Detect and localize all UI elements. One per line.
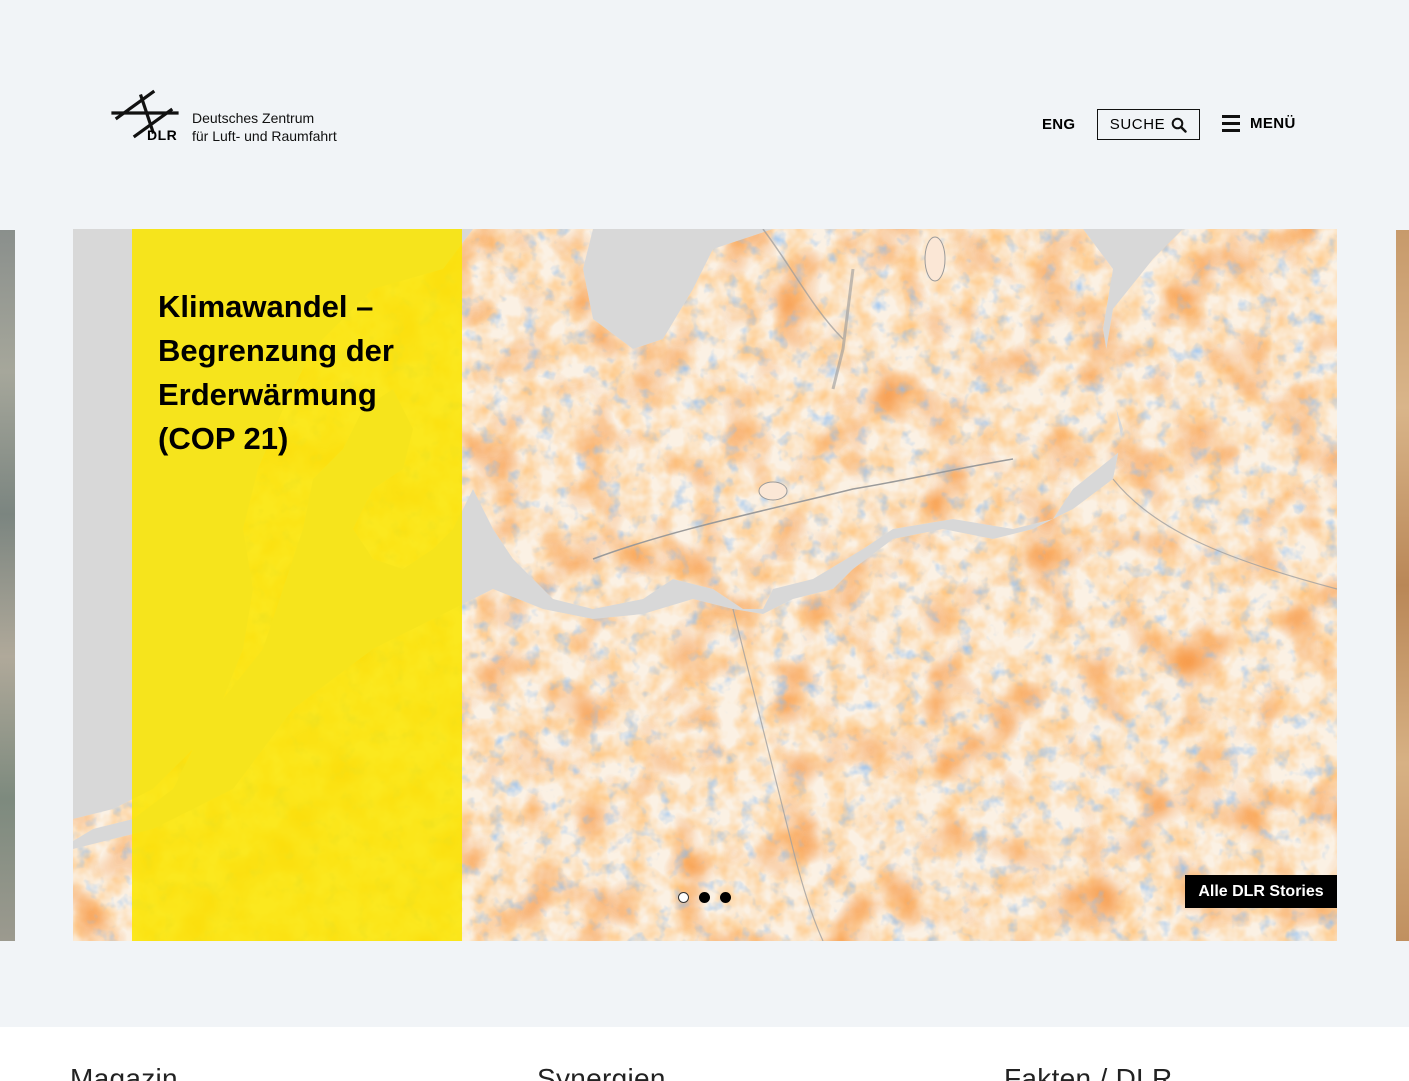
carousel-pagination [678,892,731,903]
bottom-nav-magazin[interactable]: Magazin [70,1063,178,1081]
hamburger-icon [1222,115,1240,132]
language-switch-link[interactable]: ENG [1042,116,1075,133]
bottom-nav-fakten[interactable]: Fakten / DLR [1004,1063,1173,1081]
slide-caption-panel: Klimawandel – Begrenzung der Erderwärmun… [132,229,462,941]
logo-wordmark: Deutsches Zentrum für Luft- und Raumfahr… [192,109,337,145]
next-slide-peek[interactable] [1396,230,1409,941]
carousel-dot-3[interactable] [720,892,731,903]
logo-line-1: Deutsches Zentrum [192,110,315,126]
logo-line-2: für Luft- und Raumfahrt [192,128,337,144]
hero-slide[interactable]: Klimawandel – Begrenzung der Erderwärmun… [73,229,1337,941]
menu-button[interactable]: MENÜ [1222,113,1296,133]
bottom-section: Magazin Synergien Fakten / DLR [0,1027,1409,1081]
menu-button-label: MENÜ [1250,114,1296,132]
previous-slide-peek[interactable] [0,230,15,941]
bottom-nav-synergien[interactable]: Synergien [537,1063,666,1081]
dlr-logo[interactable]: DLR Deutsches Zentrum für Luft- und Raum… [111,88,371,148]
search-button[interactable]: SUCHE [1097,109,1200,140]
carousel-dot-1[interactable] [678,892,689,903]
slide-title[interactable]: Klimawandel – Begrenzung der Erderwärmun… [158,285,448,461]
logo-abbreviation: DLR [147,127,178,143]
search-button-label: SUCHE [1109,116,1166,133]
all-stories-button[interactable]: Alle DLR Stories [1185,875,1337,908]
search-icon [1171,117,1187,133]
carousel-dot-2[interactable] [699,892,710,903]
